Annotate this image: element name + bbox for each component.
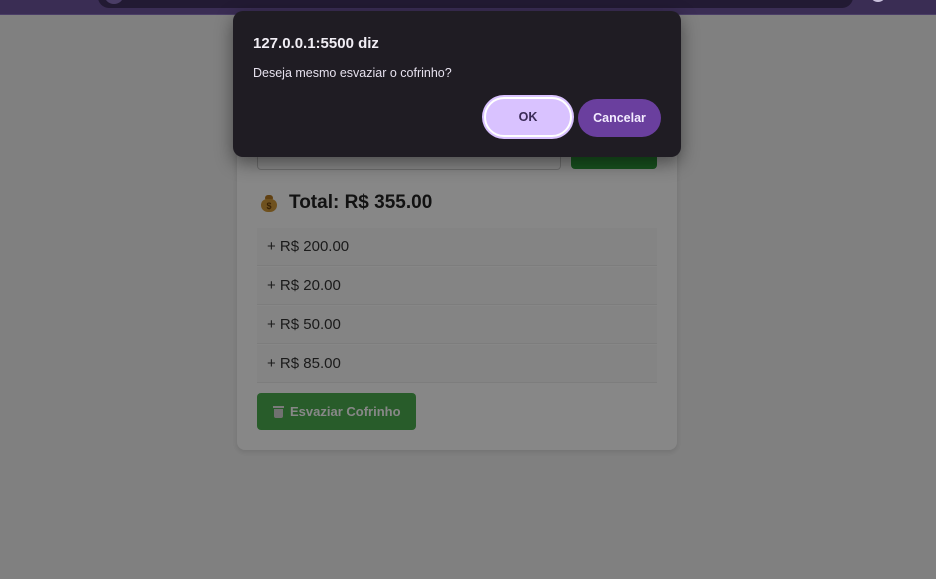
dialog-message: Deseja mesmo esvaziar o cofrinho? [253,66,452,80]
profile-icon[interactable] [870,0,886,2]
cancel-button[interactable]: Cancelar [578,99,661,137]
confirm-dialog: 127.0.0.1:5500 diz Deseja mesmo esvaziar… [233,11,681,157]
ok-button[interactable]: OK [484,97,572,137]
dialog-title: 127.0.0.1:5500 diz [253,35,379,52]
address-bar[interactable] [98,0,853,8]
